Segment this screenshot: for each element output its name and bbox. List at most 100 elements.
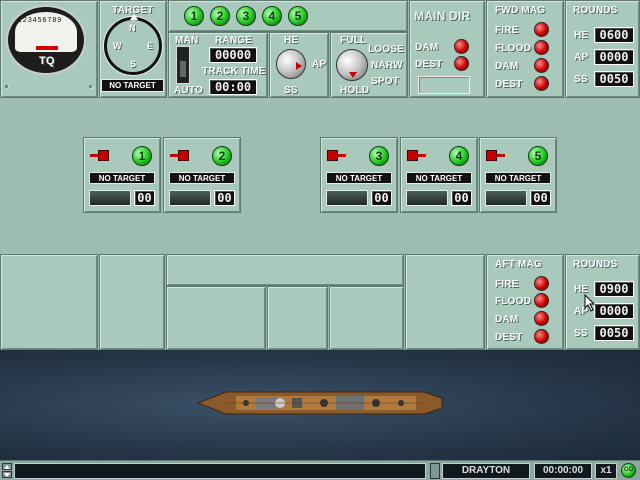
lower-blank-panel-4 — [166, 286, 266, 350]
turret-count-5: 00 — [530, 190, 551, 206]
aft-magazine-panel: AFT MAG FIRE FLOOD DAM DEST — [486, 254, 564, 350]
turret-select-button-5[interactable]: 5 — [288, 6, 308, 26]
turret-select-panel: 1 2 3 4 5 — [168, 0, 408, 32]
turret-number-2[interactable]: 2 — [212, 146, 232, 166]
aft-mag-fire-lamp — [534, 276, 549, 291]
game-clock: 00:00:00 — [534, 463, 592, 479]
fwd-magazine-panel: FWD MAG FIRE FLOOD DAM DEST — [486, 0, 564, 98]
aft-rounds-ss-value: 0050 — [594, 325, 634, 341]
main-director-panel: MAIN DIR DAM DEST — [409, 0, 485, 98]
ammo-select-knob[interactable] — [276, 49, 306, 79]
fwd-mag-dam-lamp — [534, 58, 549, 73]
status-bar: DRAYTON 00:00:00 x1 GO — [0, 460, 640, 480]
turret-panel-1[interactable]: 1 NO TARGET 00 — [83, 137, 161, 213]
turret-panel-2[interactable]: 2 NO TARGET 00 — [163, 137, 241, 213]
turret-status-1: NO TARGET — [89, 172, 155, 184]
turret-panel-3[interactable]: 3 NO TARGET 00 — [320, 137, 398, 213]
fwd-rounds-he-value: 0600 — [594, 27, 634, 43]
range-display: 00000 — [209, 47, 257, 63]
turret-number-5[interactable]: 5 — [528, 146, 548, 166]
fwd-rounds-title: ROUNDS — [573, 5, 618, 16]
fwd-rounds-ap-label: AP — [574, 52, 589, 63]
aft-mag-dest-lamp — [534, 329, 549, 344]
ammo-he-label: HE — [284, 35, 299, 46]
main-dir-title: MAIN DIR — [414, 9, 471, 23]
track-time-label: TRACK TIME — [202, 66, 266, 77]
aft-rounds-he-value: 0900 — [594, 281, 634, 297]
message-log — [14, 463, 426, 479]
aft-mag-title: AFT MAG — [495, 259, 542, 270]
turret-count-2: 00 — [214, 190, 235, 206]
speed-select-panel: FULL LOOSE NARW SPOT HOLD — [330, 32, 408, 98]
auto-label: AUTO — [174, 85, 203, 96]
go-button[interactable]: GO — [621, 463, 636, 478]
turret-load-bar-3 — [326, 190, 368, 206]
speed-select-knob[interactable] — [336, 49, 368, 81]
aft-mag-dam-lamp — [534, 311, 549, 326]
turret-number-3[interactable]: 3 — [369, 146, 389, 166]
fwd-rounds-panel: ROUNDS HE 0600 AP 0000 SS 0050 — [565, 0, 640, 98]
track-time-display: 00:00 — [209, 79, 257, 95]
turret-select-button-1[interactable]: 1 — [184, 6, 204, 26]
lower-blank-panel-3 — [166, 254, 404, 286]
ship-name[interactable]: DRAYTON — [442, 463, 530, 479]
turret-panel-5[interactable]: 5 NO TARGET 00 — [479, 137, 557, 213]
target-panel: TARGET N S E W NO TARGET — [99, 0, 167, 98]
aft-mag-flood-lamp — [534, 293, 549, 308]
turret-load-bar-4 — [406, 190, 448, 206]
aft-rounds-ap-value: 0000 — [594, 303, 634, 319]
lower-blank-panel-2 — [99, 254, 165, 350]
compass-w: W — [113, 41, 122, 51]
scroll-down-icon[interactable] — [2, 471, 12, 478]
main-dir-dam-lamp — [454, 39, 469, 54]
turret-select-button-3[interactable]: 3 — [236, 6, 256, 26]
turret-number-1[interactable]: 1 — [132, 146, 152, 166]
gauge-label: TQ — [39, 55, 55, 67]
compass[interactable]: N S E W — [104, 14, 162, 75]
turret-status-4: NO TARGET — [406, 172, 472, 184]
man-auto-switch[interactable] — [176, 46, 190, 84]
turret-load-bar-5 — [485, 190, 527, 206]
turret-status-2: NO TARGET — [169, 172, 235, 184]
fwd-mag-fire-label: FIRE — [495, 25, 519, 36]
turret-select-button-4[interactable]: 4 — [262, 6, 282, 26]
speed-spot-label: SPOT — [371, 76, 400, 87]
main-dir-dam-label: DAM — [415, 42, 439, 53]
ship-selector-arrows-icon[interactable] — [430, 463, 440, 479]
compass-n: N — [129, 23, 136, 33]
aft-rounds-panel: ROUNDS HE 0900 AP 0000 SS 0050 — [565, 254, 640, 350]
turret-count-1: 00 — [134, 190, 155, 206]
aft-mag-dam-label: DAM — [495, 314, 519, 325]
aft-rounds-title: ROUNDS — [573, 259, 618, 270]
main-dir-dest-label: DEST — [415, 59, 443, 70]
fwd-mag-dest-lamp — [534, 76, 549, 91]
turret-number-4[interactable]: 4 — [449, 146, 469, 166]
speed-full-label: FULL — [340, 35, 367, 46]
turret-panel-4[interactable]: 4 NO TARGET 00 — [400, 137, 478, 213]
fire-control-panel: MAN AUTO RANGE 00000 TRACK TIME 00:00 — [168, 32, 268, 98]
destroyer-ship-icon[interactable] — [196, 386, 444, 420]
turret-load-bar-1 — [89, 190, 131, 206]
main-dir-dest-lamp — [454, 56, 469, 71]
turret-select-button-2[interactable]: 2 — [210, 6, 230, 26]
mouse-cursor-icon — [584, 294, 596, 312]
torque-gauge: 123456789 TQ — [6, 5, 86, 75]
aft-mag-flood-label: FLOOD — [495, 296, 531, 307]
aft-mag-dest-label: DEST — [495, 332, 523, 343]
compass-s: S — [130, 59, 137, 69]
lower-blank-panel-6 — [329, 286, 404, 350]
scroll-up-icon[interactable] — [2, 463, 12, 470]
fwd-mag-title: FWD MAG — [495, 5, 546, 16]
turret-load-bar-2 — [169, 190, 211, 206]
lower-blank-panel-1 — [0, 254, 98, 350]
fwd-rounds-ss-label: SS — [574, 74, 588, 85]
lower-blank-panel-7 — [405, 254, 485, 350]
ammo-ss-label: SS — [284, 85, 298, 96]
sea-view[interactable] — [0, 350, 640, 460]
time-compression[interactable]: x1 — [595, 463, 617, 479]
fwd-rounds-ss-value: 0050 — [594, 71, 634, 87]
main-dir-indicator — [418, 76, 470, 94]
ammo-ap-label: AP — [312, 59, 327, 70]
speed-narrow-label: NARW — [371, 60, 403, 71]
fwd-rounds-ap-value: 0000 — [594, 49, 634, 65]
